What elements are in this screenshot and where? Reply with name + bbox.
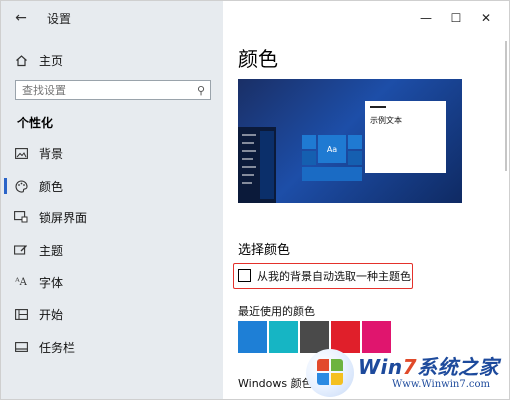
preview-sample-text: 示例文本 [370,116,402,125]
sidebar-item-fonts[interactable]: ᴬA 字体 [1,267,223,297]
preview-tile [302,151,316,165]
scrollbar-thumb[interactable] [505,41,507,171]
sidebar-item-label: 锁屏界面 [39,210,88,225]
font-icon: ᴬA [15,276,27,288]
start-grid-icon [3,308,39,320]
preview-tile [302,167,362,181]
watermark-title: Win7系统之家 [358,355,500,379]
sidebar-item-lock-screen[interactable]: 锁屏界面 [1,202,223,232]
minimize-button[interactable]: — [411,8,441,28]
window-title: 设置 [47,12,72,26]
watermark: Win7系统之家 Www.Winwin7.com [306,349,506,399]
color-preview: Aa 示例文本 [238,79,462,203]
preview-start-menu [238,127,276,203]
preview-tile [302,135,316,149]
watermark-url: Www.Winwin7.com [392,379,490,390]
auto-accent-checkbox[interactable] [238,269,251,282]
windows-colors-label: Windows 颜色 [238,377,313,390]
taskbar-icon [3,342,39,352]
preview-window: 示例文本 [365,101,446,173]
recent-colors-label: 最近使用的颜色 [238,305,315,318]
sidebar-item-label: 字体 [39,275,64,290]
windows-logo-icon [306,349,354,397]
search-input[interactable] [22,83,182,97]
sidebar-item-home[interactable]: 主页 [1,45,223,75]
preview-tile [348,151,362,165]
close-button[interactable]: ✕ [471,8,501,28]
choose-color-header: 选择颜色 [238,243,291,258]
main-panel: — ☐ ✕ 颜色 Aa 示例文本 选择颜色 从我的背景自动选取一种主题色 最近使… [223,1,509,399]
back-arrow-icon[interactable]: ← [11,8,31,28]
theme-brush-icon [3,244,39,256]
preview-window-bar [370,106,386,108]
image-icon [3,147,39,159]
sidebar-item-label: 任务栏 [39,340,76,355]
sidebar: ← 设置 主页 ⚲ 个性化 背景 颜色 [1,1,223,399]
lock-screen-icon [3,211,39,223]
preview-tile [348,135,362,149]
home-icon [3,54,39,67]
preview-accent-tile: Aa [318,135,346,163]
search-icon[interactable]: ⚲ [197,84,205,97]
sidebar-item-colors[interactable]: 颜色 [1,171,223,201]
color-swatch[interactable] [269,321,298,353]
maximize-button[interactable]: ☐ [441,8,471,28]
sidebar-item-label: 主题 [39,243,64,258]
sidebar-item-label: 背景 [39,146,64,161]
search-box[interactable]: ⚲ [15,80,211,100]
color-swatch[interactable] [238,321,267,353]
auto-accent-label[interactable]: 从我的背景自动选取一种主题色 [257,268,411,284]
sidebar-item-label: 主页 [39,53,64,68]
sidebar-item-label: 开始 [39,307,64,322]
window-controls: — ☐ ✕ [411,8,501,28]
sidebar-item-taskbar[interactable]: 任务栏 [1,332,223,362]
sidebar-item-background[interactable]: 背景 [1,138,223,168]
sidebar-item-start[interactable]: 开始 [1,299,223,329]
palette-icon [3,179,39,193]
sidebar-item-themes[interactable]: 主题 [1,235,223,265]
sidebar-item-label: 颜色 [39,179,64,194]
section-header: 个性化 [17,116,54,130]
settings-window: ← 设置 主页 ⚲ 个性化 背景 颜色 [0,0,510,400]
title-bar: ← 设置 [1,1,223,35]
page-title: 颜色 [238,47,278,71]
